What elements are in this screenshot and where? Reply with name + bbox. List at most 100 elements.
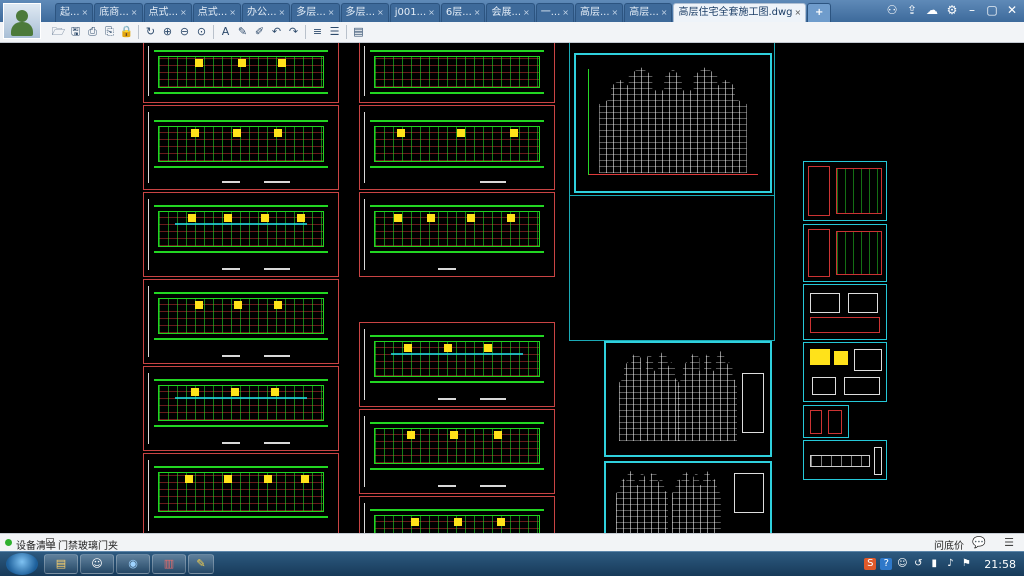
- explorer-icon[interactable]: ▤: [44, 554, 78, 574]
- winrar-icon[interactable]: ▥: [152, 554, 186, 574]
- panel-toggle-icon[interactable]: ☰: [1002, 536, 1016, 549]
- floor-plan-sheet[interactable]: [359, 496, 555, 533]
- close-icon[interactable]: ×: [523, 8, 530, 17]
- floor-plan-sheet[interactable]: [359, 43, 555, 103]
- document-tab[interactable]: 多层... ×: [291, 3, 340, 22]
- document-tab[interactable]: j001... ×: [389, 3, 440, 22]
- detail-sheet[interactable]: [803, 161, 887, 221]
- zoom-window-icon[interactable]: ⊕: [159, 24, 176, 40]
- detail-sheet[interactable]: [803, 440, 887, 480]
- document-tab[interactable]: 多层... ×: [340, 3, 389, 22]
- open-icon[interactable]: 🗁: [50, 24, 67, 40]
- redo-icon[interactable]: ↷: [285, 24, 302, 40]
- zoom-icon[interactable]: ⊖: [176, 24, 193, 40]
- close-icon[interactable]: ×: [82, 8, 89, 17]
- detail-sheet[interactable]: [803, 284, 887, 340]
- start-button[interactable]: [6, 553, 38, 575]
- status-checkbox[interactable]: [46, 538, 54, 546]
- document-tab[interactable]: 高层... ×: [624, 3, 673, 22]
- floor-plan-sheet[interactable]: [143, 279, 339, 364]
- document-tab[interactable]: 点式... ×: [192, 3, 241, 22]
- close-icon[interactable]: ×: [180, 8, 187, 17]
- document-tab[interactable]: 办公... ×: [242, 3, 291, 22]
- close-icon[interactable]: ×: [279, 8, 286, 17]
- floor-plan-sheet[interactable]: [143, 453, 339, 533]
- ask-price-link[interactable]: 问底价: [934, 537, 964, 552]
- qq-icon[interactable]: ☺: [80, 554, 114, 574]
- volume-icon[interactable]: ♪: [944, 558, 956, 570]
- section-sheet[interactable]: [604, 341, 772, 457]
- sheet-title-block: [148, 373, 152, 444]
- cloud-icon[interactable]: ☁: [924, 2, 940, 18]
- drawing-canvas[interactable]: [0, 43, 1024, 533]
- minimize-icon[interactable]: –: [964, 2, 980, 18]
- document-tab[interactable]: 一... ×: [535, 3, 574, 22]
- clock[interactable]: 21:58: [984, 558, 1016, 571]
- section-sheet[interactable]: [604, 461, 772, 533]
- cad-viewer-icon[interactable]: ✎: [188, 554, 214, 574]
- network-icon[interactable]: ▮: [928, 558, 940, 570]
- zoom-extents-icon[interactable]: ⊙: [193, 24, 210, 40]
- print-icon[interactable]: ⎙: [84, 24, 101, 40]
- avatar-body-icon: [11, 22, 33, 36]
- floor-plan-sheet[interactable]: [359, 322, 555, 407]
- help-icon[interactable]: ?: [880, 558, 893, 570]
- flag-icon[interactable]: ⚑: [960, 558, 972, 570]
- close-icon[interactable]: ×: [377, 8, 384, 17]
- document-tab[interactable]: 点式... ×: [143, 3, 192, 22]
- chat-icon[interactable]: 💬: [972, 536, 986, 549]
- detail-sheet[interactable]: [803, 405, 849, 438]
- maximize-icon[interactable]: ▢: [984, 2, 1000, 18]
- floor-plan-sheet[interactable]: [143, 43, 339, 103]
- layers-icon[interactable]: ☰: [326, 24, 343, 40]
- back-icon[interactable]: ↺: [912, 558, 924, 570]
- properties-icon[interactable]: ▤: [350, 24, 367, 40]
- detail-sheet[interactable]: [803, 224, 887, 282]
- document-tab[interactable]: 底商... ×: [94, 3, 143, 22]
- document-tab[interactable]: 会展... ×: [486, 3, 535, 22]
- document-tab[interactable]: 高层... ×: [574, 3, 624, 22]
- s-icon[interactable]: S: [864, 558, 877, 570]
- new-tab-button[interactable]: +: [807, 3, 832, 22]
- undo-icon[interactable]: ↶: [268, 24, 285, 40]
- close-icon[interactable]: ×: [328, 8, 335, 17]
- lock-icon[interactable]: 🔒: [118, 24, 135, 40]
- floor-plan-sheet[interactable]: [359, 409, 555, 494]
- detail-sheet[interactable]: [803, 342, 887, 402]
- print-preview-icon[interactable]: ⎘: [101, 24, 118, 40]
- close-icon[interactable]: ×: [428, 8, 435, 17]
- text-icon[interactable]: A: [217, 24, 234, 40]
- close-icon[interactable]: ×: [131, 8, 138, 17]
- close-window-icon[interactable]: ✕: [1004, 2, 1020, 18]
- status-text-right[interactable]: 门禁玻璃门夹: [58, 537, 118, 552]
- document-tab[interactable]: 6层... ×: [440, 3, 486, 22]
- floor-plan-sheet[interactable]: [359, 192, 555, 277]
- browser-icon[interactable]: ◉: [116, 554, 150, 574]
- elevation-sheet[interactable]: [574, 53, 772, 193]
- pan-icon[interactable]: ↻: [142, 24, 159, 40]
- users-icon[interactable]: ⚇: [884, 2, 900, 18]
- settings-icon[interactable]: ⚙: [944, 2, 960, 18]
- document-tab[interactable]: 起... ×: [55, 3, 94, 22]
- close-icon[interactable]: ×: [562, 8, 569, 17]
- close-icon[interactable]: ×: [474, 8, 481, 17]
- active-document-tab[interactable]: 高层住宅全套施工图.dwg ×: [673, 3, 807, 22]
- floor-plan-sheet[interactable]: [143, 366, 339, 451]
- close-icon[interactable]: ×: [661, 8, 668, 17]
- user-avatar[interactable]: [3, 3, 41, 39]
- pen-icon[interactable]: ✎: [234, 24, 251, 40]
- share-icon[interactable]: ⇪: [904, 2, 920, 18]
- floor-plan-sheet[interactable]: [359, 105, 555, 190]
- layer-icon[interactable]: ≡: [309, 24, 326, 40]
- close-icon[interactable]: ×: [229, 8, 236, 17]
- floor-plan-sheet[interactable]: [143, 105, 339, 190]
- floor-plan-sheet[interactable]: [143, 192, 339, 277]
- save-icon[interactable]: 🖫: [67, 24, 84, 40]
- floor-plan-drawing: [154, 50, 328, 94]
- markup-icon[interactable]: ✐: [251, 24, 268, 40]
- close-icon[interactable]: ×: [612, 8, 619, 17]
- sheet-caption: [480, 181, 507, 183]
- stair-detail: [808, 166, 830, 216]
- close-icon[interactable]: ×: [795, 8, 802, 17]
- person-icon[interactable]: ☺: [896, 558, 908, 570]
